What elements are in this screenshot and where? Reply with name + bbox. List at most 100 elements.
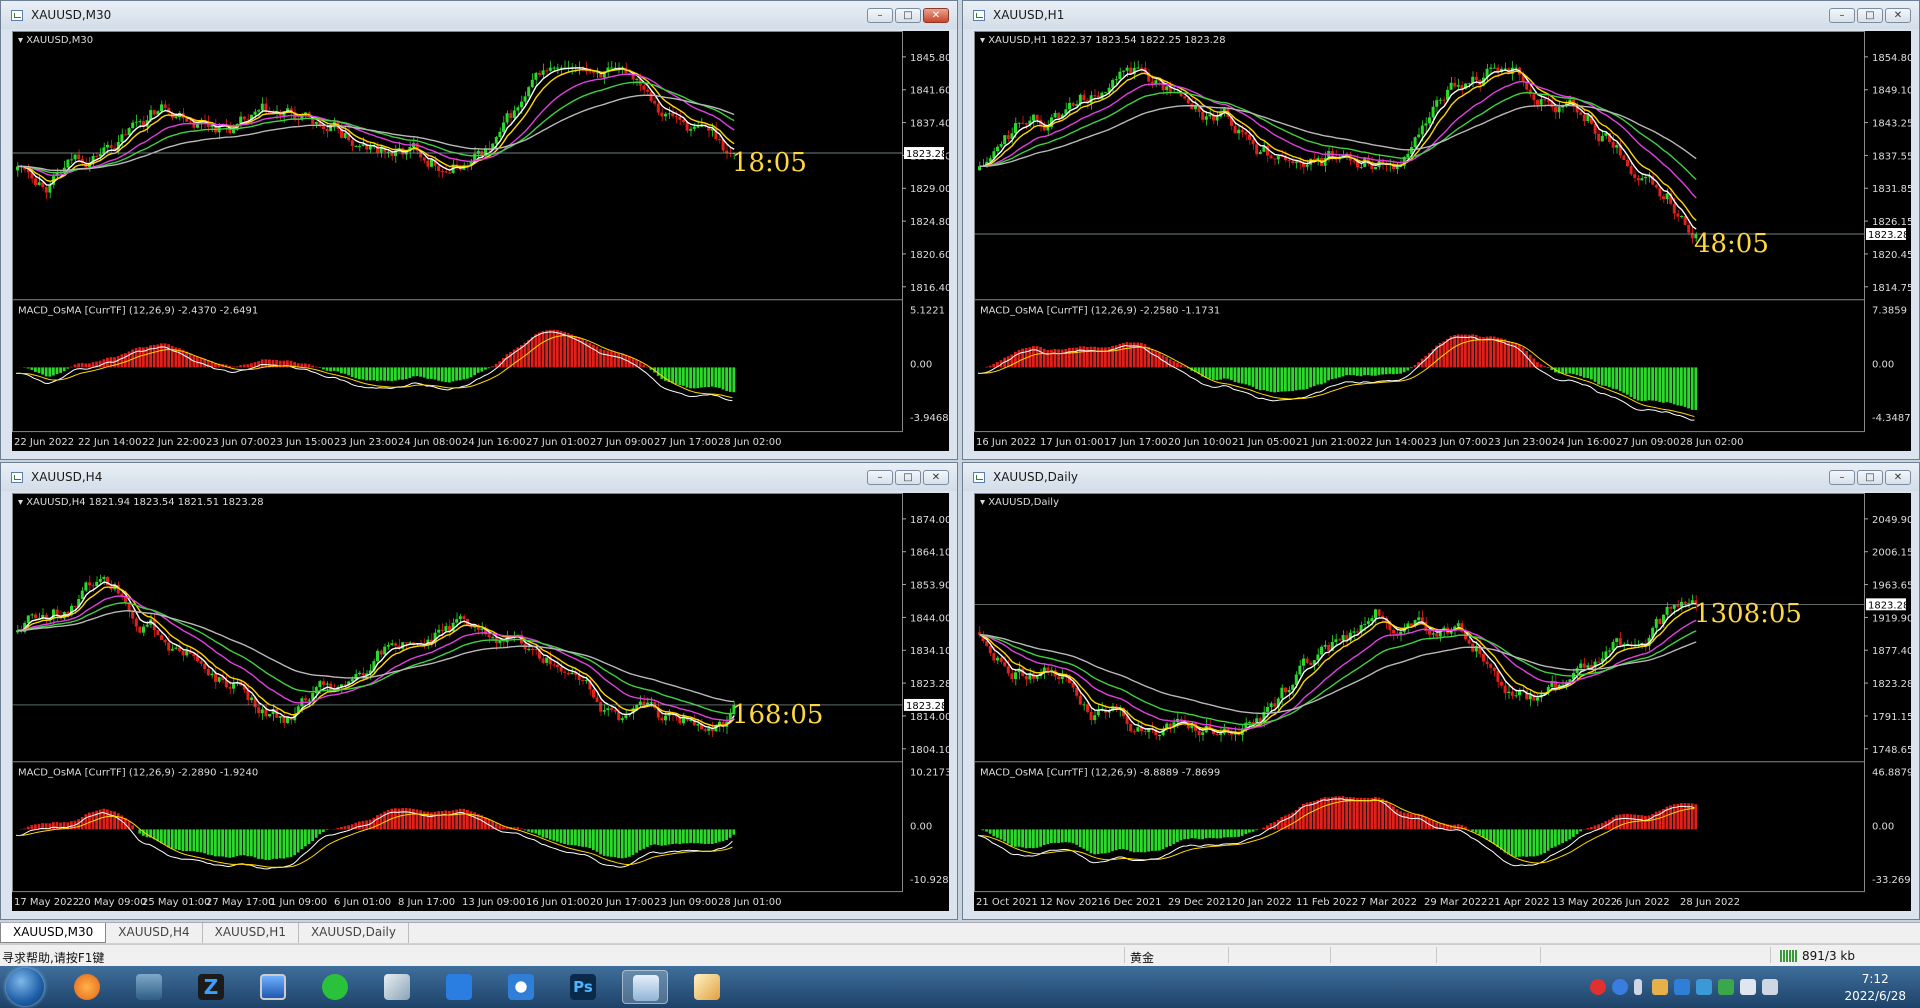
chart-area[interactable]: ▾ XAUUSD,Daily MACD_OsMA [CurrTF] (12,26,… <box>974 493 1911 911</box>
candlestick-series <box>16 60 736 200</box>
shield-icon[interactable] <box>1696 979 1712 995</box>
window-titlebar[interactable]: XAUUSD,H4 – □ ✕ <box>1 463 957 491</box>
window-title: XAUUSD,H1 <box>993 8 1065 22</box>
candlestick-series <box>978 60 1698 244</box>
notes-tray-icon[interactable] <box>1674 979 1690 995</box>
paint-app-icon[interactable] <box>684 970 730 1004</box>
close-button[interactable]: ✕ <box>923 470 949 485</box>
chevron-down-icon[interactable] <box>1634 979 1642 995</box>
time-axis-label: 27 Jun 09:00 <box>1616 437 1679 448</box>
chart-symbol-label: ▾ XAUUSD,H1 1822.37 1823.54 1822.25 1823… <box>980 35 1226 46</box>
minimize-button[interactable]: – <box>1829 470 1855 485</box>
close-button[interactable]: ✕ <box>1885 470 1911 485</box>
time-axis-label: 24 Jun 08:00 <box>398 437 461 448</box>
system-clock[interactable]: 7:12 2022/6/28 <box>1844 971 1906 1005</box>
window-titlebar[interactable]: XAUUSD,H1 – □ ✕ <box>963 1 1919 29</box>
time-axis-label: 7 Mar 2022 <box>1360 897 1417 908</box>
sync-icon[interactable] <box>1718 979 1734 995</box>
macd-scale-label: 0.00 <box>910 821 932 832</box>
status-profile[interactable]: 黄金 <box>1130 949 1154 966</box>
close-button[interactable]: ✕ <box>1885 8 1911 23</box>
macd-scale-label: -10.9287 <box>910 875 949 886</box>
chart-svg: ▾ XAUUSD,Daily MACD_OsMA [CurrTF] (12,26,… <box>974 493 1911 908</box>
time-axis-label: 6 Jun 01:00 <box>334 897 391 908</box>
remote-app-icon[interactable] <box>498 970 544 1004</box>
time-axis-label: 21 Apr 2022 <box>1488 897 1550 908</box>
macd-scale-label: -33.2697 <box>1872 875 1911 886</box>
maximize-button[interactable]: □ <box>1857 470 1883 485</box>
help-icon[interactable] <box>1612 979 1628 995</box>
chart-area[interactable]: ▾ XAUUSD,H1 1822.37 1823.54 1822.25 1823… <box>974 31 1911 451</box>
chart-symbol-label: ▾ XAUUSD,Daily <box>980 497 1059 508</box>
minimize-button[interactable]: – <box>867 470 893 485</box>
time-axis-label: 23 Jun 07:00 <box>206 437 269 448</box>
metatrader-active-icon[interactable] <box>622 970 668 1004</box>
price-scale-label: 1826.15 <box>1872 217 1911 228</box>
windows-start-button[interactable] <box>6 968 44 1006</box>
ma-white-line <box>979 68 1697 230</box>
chart-area[interactable]: ▾ XAUUSD,H4 1821.94 1823.54 1821.51 1823… <box>12 493 949 911</box>
monitor-icon[interactable] <box>250 970 296 1004</box>
status-help-text: 寻求帮助,请按F1键 <box>2 951 105 965</box>
chart-area[interactable]: ▾ XAUUSD,M30 MACD_OsMA [CurrTF] (12,26,9)… <box>12 31 949 451</box>
tab-xauusd-h4[interactable]: XAUUSD,H4 <box>106 923 203 943</box>
chart-window-icon <box>973 10 985 21</box>
browser-orange-icon[interactable] <box>64 970 110 1004</box>
chart-window-h1[interactable]: XAUUSD,H1 – □ ✕ ▾ XAUUSD,H1 1822.37 1823… <box>962 0 1920 460</box>
notebook-icon[interactable] <box>374 970 420 1004</box>
network-tool-icon[interactable] <box>126 970 172 1004</box>
time-axis-label: 11 Feb 2022 <box>1296 897 1358 908</box>
macd-histogram <box>981 334 1698 410</box>
macd-scale-label: 46.8879 <box>1872 768 1911 779</box>
volume-icon[interactable] <box>1740 979 1756 995</box>
chart-svg: ▾ XAUUSD,H4 1821.94 1823.54 1821.51 1823… <box>12 493 949 908</box>
time-axis-label: 22 Jun 14:00 <box>78 437 141 448</box>
wechat-icon[interactable] <box>312 970 358 1004</box>
photoshop-icon[interactable]: Ps <box>560 970 606 1004</box>
macd-scale-label: 7.3859 <box>1872 306 1907 317</box>
chart-window-m30[interactable]: XAUUSD,M30 – □ ✕ ▾ XAUUSD,M30 MACD_OsMA [… <box>0 0 958 460</box>
time-axis-label: 20 Jan 2022 <box>1232 897 1292 908</box>
price-scale-label: 1831.85 <box>1872 184 1911 195</box>
time-axis-label: 23 Jun 23:00 <box>334 437 397 448</box>
maximize-button[interactable]: □ <box>895 470 921 485</box>
window-titlebar[interactable]: XAUUSD,M30 – □ ✕ <box>1 1 957 29</box>
time-axis-label: 23 Jun 15:00 <box>270 437 333 448</box>
maximize-button[interactable]: □ <box>895 8 921 23</box>
window-titlebar[interactable]: XAUUSD,Daily – □ ✕ <box>963 463 1919 491</box>
chart-window-h4[interactable]: XAUUSD,H4 – □ ✕ ▾ XAUUSD,H4 1821.94 1823… <box>0 462 958 920</box>
chart-window-daily[interactable]: XAUUSD,Daily – □ ✕ ▾ XAUUSD,Daily MACD_Os… <box>962 462 1920 920</box>
network-icon[interactable] <box>1762 979 1778 995</box>
metatrader-z-icon[interactable]: Z <box>188 970 234 1004</box>
ma-magenta-line <box>979 80 1697 199</box>
ma-yellow-line <box>979 70 1697 222</box>
notes-blue-icon[interactable] <box>436 970 482 1004</box>
minimize-button[interactable]: – <box>1829 8 1855 23</box>
tab-xauusd-h1[interactable]: XAUUSD,H1 <box>203 923 299 943</box>
price-scale-label: 1834.10 <box>910 646 949 657</box>
price-scale-label: 1877.40 <box>1872 646 1911 657</box>
time-axis-label: 23 Jun 07:00 <box>1424 437 1487 448</box>
time-axis-label: 16 Jun 2022 <box>976 437 1036 448</box>
minimize-button[interactable]: – <box>867 8 893 23</box>
time-axis-label: 27 Jun 17:00 <box>654 437 717 448</box>
time-axis-label: 27 Jun 01:00 <box>526 437 589 448</box>
price-scale-label: 1823.28 <box>1872 679 1911 690</box>
price-scale-label: 1791.15 <box>1872 712 1911 723</box>
sogou-icon[interactable] <box>1590 979 1606 995</box>
tab-xauusd-daily[interactable]: XAUUSD,Daily <box>299 923 409 943</box>
chart-symbol-label: ▾ XAUUSD,H4 1821.94 1823.54 1821.51 1823… <box>18 497 264 508</box>
current-price-label: 1823.28 <box>1868 230 1909 241</box>
speaker-icon[interactable] <box>1652 979 1668 995</box>
time-axis-label: 8 Jun 17:00 <box>398 897 455 908</box>
time-axis-label: 13 Jun 09:00 <box>462 897 525 908</box>
window-title: XAUUSD,Daily <box>993 470 1079 484</box>
close-button[interactable]: ✕ <box>923 8 949 23</box>
maximize-button[interactable]: □ <box>1857 8 1883 23</box>
time-axis-label: 17 Jun 17:00 <box>1104 437 1167 448</box>
window-title: XAUUSD,M30 <box>31 8 112 22</box>
time-axis-label: 22 Jun 22:00 <box>142 437 205 448</box>
tab-xauusd-m30[interactable]: XAUUSD,M30 <box>0 923 107 943</box>
price-scale-label: 1829.00 <box>910 184 949 195</box>
macd-scale-label: 10.2173 <box>910 768 949 779</box>
